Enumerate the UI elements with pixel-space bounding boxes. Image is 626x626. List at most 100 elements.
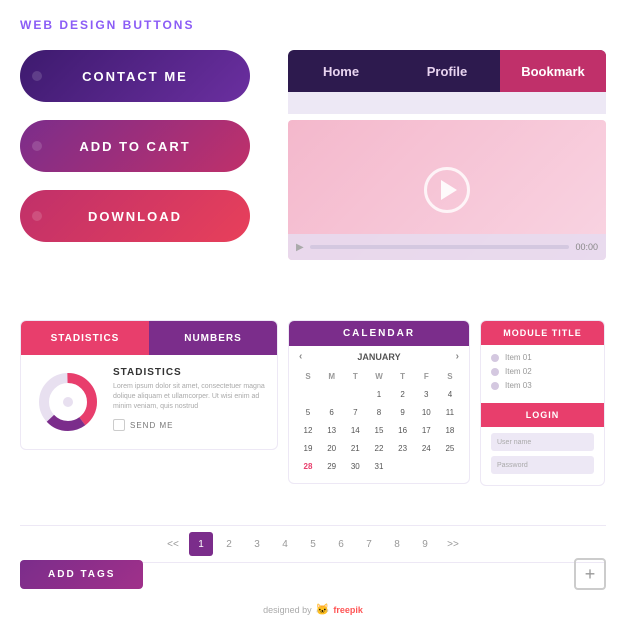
cal-day[interactable] [297,385,319,403]
send-me-checkbox[interactable] [113,419,125,431]
cal-day[interactable]: 2 [392,385,414,403]
calendar-header: CALENDAR [289,321,469,346]
right-column: Home Profile Bookmark ▶ 00:00 [288,50,606,260]
module-title: MODULE TITLE [481,321,604,345]
stats-title: STADISTICS [113,367,265,378]
cal-day[interactable] [439,457,461,475]
page-button-4[interactable]: 4 [273,532,297,556]
cal-day[interactable]: 18 [439,421,461,439]
cal-day[interactable]: 14 [344,421,366,439]
cal-day[interactable]: 8 [368,403,390,421]
cal-day[interactable]: 23 [392,439,414,457]
cal-day[interactable]: 21 [344,439,366,457]
cal-day[interactable]: 17 [415,421,437,439]
cal-day[interactable] [321,385,343,403]
cal-day[interactable]: 24 [415,439,437,457]
cal-day[interactable]: 6 [321,403,343,421]
password-field[interactable]: Password [491,456,594,474]
cal-day[interactable]: 20 [321,439,343,457]
page-button-8[interactable]: 8 [385,532,409,556]
footer: designed by 🐱 freepik [0,603,626,616]
cal-day[interactable]: 5 [297,403,319,421]
stats-body: STADISTICS Lorem ipsum dolor sit amet, c… [21,355,277,449]
cal-day-28[interactable]: 28 [297,457,319,475]
cal-header-f: F [415,367,437,385]
freepik-brand: freepik [333,605,363,615]
stats-tabs: STADISTICS NUMBERS [21,321,277,355]
add-tags-button[interactable]: ADD TAGS [20,560,143,589]
cal-week-4: 19 20 21 22 23 24 25 [297,439,461,457]
download-button[interactable]: DOWNLOAD [20,190,250,242]
nav-search-bar [288,92,606,114]
cal-day[interactable]: 12 [297,421,319,439]
cal-header-s1: S [297,367,319,385]
send-me-label: SEND ME [130,421,173,430]
calendar-day-headers: S M T W T F S [297,367,461,385]
username-field[interactable]: User name [491,433,594,451]
page-button-6[interactable]: 6 [329,532,353,556]
stats-text: STADISTICS Lorem ipsum dolor sit amet, c… [113,367,265,437]
cal-day[interactable] [415,457,437,475]
add-to-cart-button[interactable]: ADD TO CART [20,120,250,172]
donut-chart [33,367,103,437]
cal-day[interactable]: 4 [439,385,461,403]
progress-bar[interactable] [310,245,570,249]
cal-day[interactable]: 25 [439,439,461,457]
stats-tab-numbers[interactable]: NUMBERS [149,321,277,355]
password-placeholder: Password [497,462,528,469]
cal-day[interactable]: 1 [368,385,390,403]
cal-day[interactable]: 22 [368,439,390,457]
stats-widget: STADISTICS NUMBERS STADISTICS Lorem ipsu… [20,320,278,450]
cal-week-1: 1 2 3 4 [297,385,461,403]
username-placeholder: User name [497,439,531,446]
cal-day[interactable]: 29 [321,457,343,475]
video-controls: ▶ 00:00 [288,234,606,260]
calendar-month: JANUARY [357,352,400,362]
cal-day[interactable]: 13 [321,421,343,439]
prev-page-button[interactable]: << [161,532,185,556]
footer-text: designed by [263,605,312,615]
page-button-5[interactable]: 5 [301,532,325,556]
cal-day[interactable]: 9 [392,403,414,421]
calendar-grid: S M T W T F S 1 2 3 4 [289,367,469,483]
video-player: ▶ 00:00 [288,120,606,260]
list-item: Item 03 [491,381,594,390]
nav-item-home[interactable]: Home [288,50,394,92]
page-button-2[interactable]: 2 [217,532,241,556]
calendar-nav: ‹ JANUARY › [289,346,469,367]
nav-item-profile[interactable]: Profile [394,50,500,92]
cal-day[interactable]: 31 [368,457,390,475]
item-dot [491,368,499,376]
cal-day[interactable]: 19 [297,439,319,457]
plus-button[interactable]: + [574,558,606,590]
cal-day[interactable]: 7 [344,403,366,421]
cal-day[interactable]: 11 [439,403,461,421]
cal-day[interactable]: 10 [415,403,437,421]
contact-me-button[interactable]: CONTACT ME [20,50,250,102]
page-button-3[interactable]: 3 [245,532,269,556]
login-button[interactable]: LOGIN [481,403,604,427]
page-title: WEB DESIGN BUTTONS [20,18,606,32]
cal-day[interactable]: 16 [392,421,414,439]
list-item: Item 02 [491,367,594,376]
cal-day[interactable]: 15 [368,421,390,439]
cal-day[interactable] [344,385,366,403]
page-button-1[interactable]: 1 [189,532,213,556]
module-widget: MODULE TITLE Item 01 Item 02 Item 03 LOG… [480,320,605,486]
cal-day[interactable] [392,457,414,475]
prev-month-button[interactable]: ‹ [299,351,302,362]
nav-item-bookmark[interactable]: Bookmark [500,50,606,92]
cal-day[interactable]: 30 [344,457,366,475]
item-label: Item 02 [505,367,532,376]
video-play-small-icon[interactable]: ▶ [296,242,304,253]
play-button[interactable] [424,167,470,213]
send-me-row: SEND ME [113,419,265,431]
stats-tab-statistics[interactable]: STADISTICS [21,321,149,355]
next-month-button[interactable]: › [456,351,459,362]
next-page-button[interactable]: >> [441,532,465,556]
cal-day[interactable]: 3 [415,385,437,403]
page-button-9[interactable]: 9 [413,532,437,556]
module-items: Item 01 Item 02 Item 03 [481,345,604,403]
page-button-7[interactable]: 7 [357,532,381,556]
main-container: WEB DESIGN BUTTONS CONTACT ME ADD TO CAR… [0,0,626,626]
